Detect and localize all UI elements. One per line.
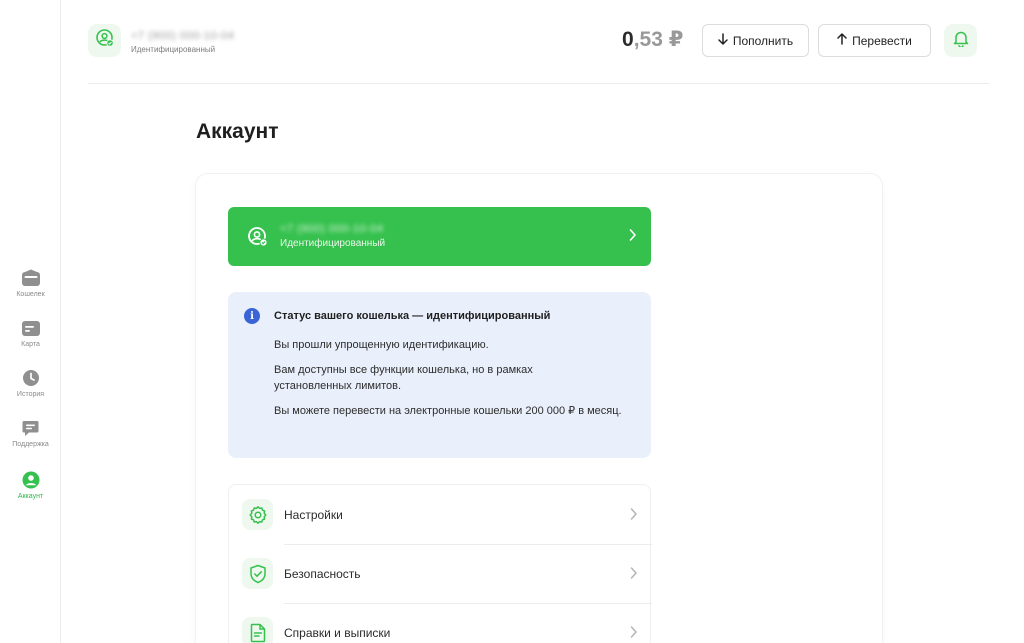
sidebar-item-label: Кошелек [16, 291, 45, 298]
user-verified-icon [95, 28, 115, 53]
sidebar-item-label: Аккаунт [17, 493, 44, 500]
header-phone: +7 (900) 000-10-04 [131, 30, 235, 42]
info-paragraph: Вам доступны все функции кошелька, но в … [274, 364, 533, 392]
topup-button[interactable]: Пополнить [702, 24, 809, 57]
account-status: Идентифицированный [280, 238, 386, 249]
top-header: +7 (900) 000-10-04 Идентифицированный 0,… [88, 0, 989, 84]
header-status: Идентифицированный [131, 45, 216, 54]
gear-icon [242, 499, 273, 530]
info-paragraph: Вы прошли упрощенную идентификацию. [274, 339, 489, 351]
wallet-status-info: i Статус вашего кошелька — идентифициров… [228, 292, 651, 458]
chevron-right-icon [630, 625, 638, 643]
menu-item-security[interactable]: Безопасность [229, 544, 652, 603]
sidebar-item-card[interactable]: Карта [0, 318, 61, 348]
chevron-right-icon [630, 566, 638, 585]
arrow-up-icon [837, 33, 847, 48]
sidebar-item-history[interactable]: История [0, 368, 61, 398]
menu-item-label: Безопасность [284, 567, 361, 581]
menu-item-settings[interactable]: Настройки [229, 485, 652, 544]
info-title: Статус вашего кошелька — идентифицирован… [274, 310, 551, 322]
account-phone: +7 (900) 000-10-04 [280, 223, 384, 235]
topup-label: Пополнить [732, 33, 794, 48]
sidebar: Кошелек Карта История Поддержка Аккаунт [0, 0, 61, 643]
sidebar-item-account[interactable]: Аккаунт [0, 470, 61, 500]
user-verified-icon [247, 226, 269, 248]
balance-int: 0 [622, 28, 634, 51]
page-title: Аккаунт [196, 120, 279, 143]
sidebar-item-label: История [16, 391, 45, 398]
sidebar-item-label: Карта [21, 341, 40, 348]
account-banner[interactable]: +7 (900) 000-10-04 Идентифицированный [228, 207, 651, 266]
balance-frac: ,53 ₽ [633, 28, 684, 51]
wallet-icon [21, 268, 41, 288]
menu-item-statements[interactable]: Справки и выписки [229, 603, 652, 643]
account-menu: Настройки Безопасность Справки и выписки [228, 484, 652, 643]
card-icon [21, 318, 41, 338]
balance: 0,53 ₽ [622, 27, 683, 52]
document-icon [242, 617, 273, 643]
chat-icon [21, 418, 41, 438]
transfer-button[interactable]: Перевести [818, 24, 931, 57]
user-icon [21, 470, 41, 490]
avatar[interactable] [88, 24, 121, 57]
notifications-button[interactable] [944, 24, 977, 57]
info-paragraph: Вы можете перевести на электронные кошел… [274, 405, 622, 417]
sidebar-item-support[interactable]: Поддержка [0, 418, 61, 448]
bell-icon [953, 30, 969, 52]
clock-icon [21, 368, 41, 388]
menu-item-label: Справки и выписки [284, 626, 391, 640]
chevron-right-icon [629, 228, 637, 247]
shield-check-icon [242, 558, 273, 589]
transfer-label: Перевести [852, 33, 912, 48]
chevron-right-icon [630, 507, 638, 526]
sidebar-item-wallet[interactable]: Кошелек [0, 268, 61, 298]
menu-item-label: Настройки [284, 508, 343, 522]
info-icon: i [244, 308, 260, 324]
sidebar-item-label: Поддержка [12, 441, 49, 448]
arrow-down-icon [718, 33, 728, 48]
